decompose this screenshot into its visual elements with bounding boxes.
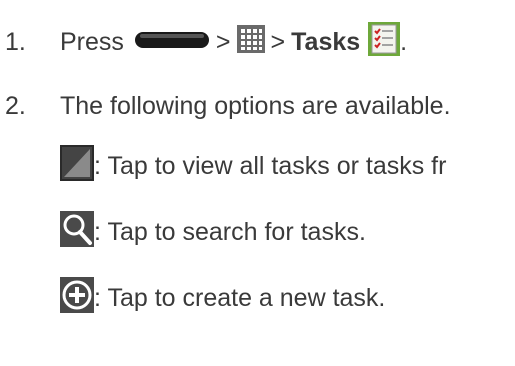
apps-grid-icon [236, 24, 265, 60]
tasks-label: Tasks [291, 27, 361, 56]
option-create-task: : Tap to create a new task. [60, 276, 385, 320]
separator: > [215, 27, 231, 56]
add-circle-icon [60, 276, 94, 320]
home-key-icon [134, 28, 210, 57]
step-2: 2. The following options are available. [0, 86, 451, 126]
option-text: : Tap to view all tasks or tasks fr [94, 151, 447, 180]
separator: > [270, 27, 286, 56]
search-icon [60, 210, 94, 254]
trailing-period: . [400, 27, 408, 56]
press-label: Press [60, 27, 124, 56]
corner-triangle-icon [60, 144, 94, 188]
option-view-tasks: : Tap to view all tasks or tasks fr [60, 144, 446, 188]
step-text: The following options are available. [60, 91, 451, 120]
option-search: : Tap to search for tasks. [60, 210, 366, 254]
step-number: 1. [5, 27, 26, 56]
option-text: : Tap to search for tasks. [94, 217, 366, 246]
option-text: : Tap to create a new task. [94, 283, 386, 312]
step-number: 2. [5, 91, 26, 120]
tasks-app-icon [368, 21, 401, 63]
step-1: 1. Press > > Tasks . [0, 21, 408, 63]
